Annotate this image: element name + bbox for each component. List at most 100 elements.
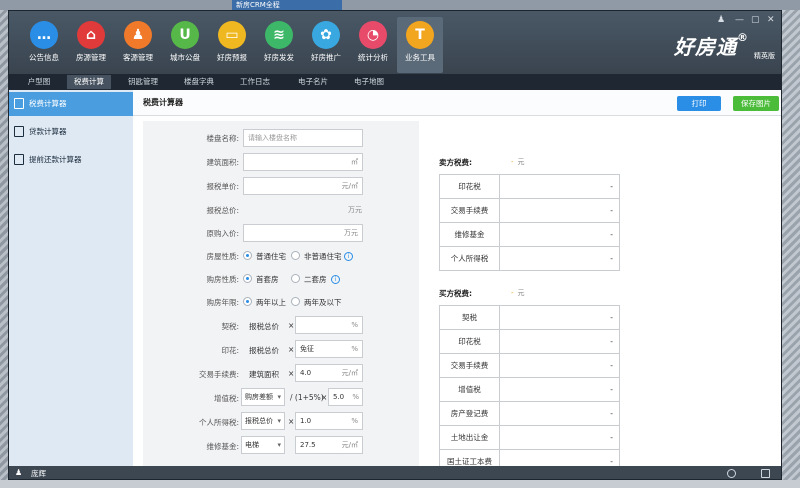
table-row: 契税 - xyxy=(439,305,620,330)
status-bar: ♟ 庞辉 xyxy=(9,466,781,479)
vat-base-select[interactable]: 购房差额 xyxy=(241,388,285,406)
nav-item-8[interactable]: T 业务工具 xyxy=(397,17,443,73)
income-tax-label: 个人所得税: xyxy=(198,418,239,427)
left-menu-label: 提前还款计算器 xyxy=(29,155,82,164)
buyer-fees-total: -元 xyxy=(511,289,525,297)
pie-chart-icon: ◔ xyxy=(359,21,387,49)
table-row: 土地出让金 - xyxy=(439,425,620,450)
subtab-1[interactable]: 税费计算 xyxy=(67,75,111,89)
maintenance-fund-unit: 元/㎡ xyxy=(341,441,358,449)
chat-bubble-icon: … xyxy=(30,21,58,49)
fee-name: 维修基金 xyxy=(439,222,500,247)
save-image-button[interactable]: 保存图片 xyxy=(733,96,779,111)
fee-name: 交易手续费 xyxy=(439,198,500,223)
radio-non-ordinary-housing[interactable] xyxy=(291,251,300,260)
stamp-tax-base: 报税总价 xyxy=(249,346,279,355)
table-row: 增值税 - xyxy=(439,377,620,402)
nav-label: 业务工具 xyxy=(405,53,435,62)
trade-fee-base: 建筑面积 xyxy=(249,370,279,379)
unit-price-label: 报税单价: xyxy=(206,182,239,191)
fee-name: 契税 xyxy=(439,305,500,330)
sync-icon[interactable] xyxy=(761,469,770,478)
table-row: 房产登记费 - xyxy=(439,401,620,426)
person-icon[interactable]: ♟ xyxy=(717,15,725,25)
monitor-icon: ▭ xyxy=(218,21,246,49)
print-button[interactable]: 打印 xyxy=(677,96,721,111)
times-sign: × xyxy=(288,345,295,354)
project-name-input[interactable]: 请输入楼盘名称 xyxy=(243,129,363,147)
maintenance-fund-input[interactable]: 27.5 元/㎡ xyxy=(295,436,363,454)
radio-over-two-years[interactable] xyxy=(243,297,252,306)
trade-fee-label: 交易手续费: xyxy=(198,370,239,379)
unit-price-input[interactable]: 元/㎡ xyxy=(243,177,363,195)
info-icon[interactable]: i xyxy=(331,275,340,284)
income-tax-base-select[interactable]: 报税总价 xyxy=(241,412,285,430)
vat-formula: / (1+5%) xyxy=(290,393,324,402)
trade-fee-value: 4.0 xyxy=(300,369,312,377)
buyer-fees-table: 契税 - 印花税 - 交易手续费 - 增值税 - 房产登记费 - 土地出让金 - 国土证工本费 - xyxy=(439,305,620,474)
area-input[interactable]: ㎡ xyxy=(243,153,363,171)
desktop-background-right xyxy=(782,10,800,480)
original-price-input[interactable]: 万元 xyxy=(243,224,363,242)
nav-item-0[interactable]: … 公告信息 xyxy=(21,17,67,73)
fee-value: - xyxy=(499,401,620,426)
person-icon: ♟ xyxy=(124,21,152,49)
nav-item-3[interactable]: U 城市公盘 xyxy=(162,17,208,73)
info-icon[interactable] xyxy=(727,469,736,478)
panel-header: 税费计算器 打印 保存图片 xyxy=(133,90,781,116)
total-price-label: 报税总价: xyxy=(206,206,239,215)
maintenance-fund-value: 27.5 xyxy=(300,441,316,449)
trade-fee-rate-input[interactable]: 4.0 元/㎡ xyxy=(295,364,363,382)
desktop-tab[interactable]: 新房CRM全程 xyxy=(232,0,342,10)
total-price-unit: 万元 xyxy=(348,206,362,214)
subtab-0[interactable]: 户型图 xyxy=(19,75,59,89)
radio-ordinary-housing[interactable] xyxy=(243,251,252,260)
maximize-icon[interactable]: ▢ xyxy=(751,15,760,25)
desktop-taskbar: 新房CRM全程 xyxy=(0,0,800,10)
nav-item-2[interactable]: ♟ 客源管理 xyxy=(115,17,161,73)
nav-item-5[interactable]: ≋ 好房发发 xyxy=(256,17,302,73)
fee-name: 印花税 xyxy=(439,174,500,199)
radio-first-home[interactable] xyxy=(243,274,252,283)
nav-item-4[interactable]: ▭ 好房预报 xyxy=(209,17,255,73)
subtab-4[interactable]: 工作日志 xyxy=(233,75,277,89)
vat-rate-input[interactable]: 5.0% xyxy=(328,388,363,406)
stamp-tax-rate-input[interactable]: 免征% xyxy=(295,340,363,358)
nav-item-7[interactable]: ◔ 统计分析 xyxy=(350,17,396,73)
fee-value: - xyxy=(499,246,620,271)
subtab-5[interactable]: 电子名片 xyxy=(291,75,335,89)
close-icon[interactable]: ✕ xyxy=(767,15,775,25)
fee-name: 土地出让金 xyxy=(439,425,500,450)
subtab-3[interactable]: 楼盘字典 xyxy=(177,75,221,89)
left-menu-item-0[interactable]: 税费计算器 xyxy=(9,92,133,116)
main-panel: 税费计算器 打印 保存图片 楼盘名称: 请输入楼盘名称 建筑面积: ㎡ 报税单价… xyxy=(133,90,781,474)
nav-item-6[interactable]: ✿ 好房推广 xyxy=(303,17,349,73)
holding-years-label: 购房年限: xyxy=(206,298,239,307)
fee-value: - xyxy=(499,174,620,199)
subtab-2[interactable]: 钥匙管理 xyxy=(121,75,165,89)
non-ordinary-housing-label: 非普通住宅 xyxy=(304,252,342,261)
prepay-icon xyxy=(14,154,24,165)
buyer-type-label: 购房性质: xyxy=(206,275,239,284)
desktop-background-bottom xyxy=(0,480,800,488)
nav-item-1[interactable]: ⌂ 房源管理 xyxy=(68,17,114,73)
current-user: 庞辉 xyxy=(31,469,46,478)
times-sign: × xyxy=(321,393,328,402)
maintenance-fund-type-select[interactable]: 电梯 xyxy=(241,436,285,454)
income-tax-rate-input[interactable]: 1.0% xyxy=(295,412,363,430)
subtab-6[interactable]: 电子地图 xyxy=(347,75,391,89)
deed-tax-rate-input[interactable]: % xyxy=(295,316,363,334)
fee-value: - xyxy=(499,305,620,330)
desktop-background-left xyxy=(0,10,8,480)
times-sign: × xyxy=(288,321,295,330)
left-menu-item-2[interactable]: 提前还款计算器 xyxy=(9,148,133,172)
minimize-icon[interactable]: — xyxy=(735,15,744,25)
seller-fees-title: 卖方税费: xyxy=(439,158,472,167)
deed-tax-base: 报税总价 xyxy=(249,322,279,331)
radio-two-years-or-less[interactable] xyxy=(291,297,300,306)
left-menu-item-1[interactable]: 贷款计算器 xyxy=(9,120,133,144)
nav-label: 好房推广 xyxy=(311,53,341,62)
info-icon[interactable]: i xyxy=(344,252,353,261)
radio-second-home[interactable] xyxy=(291,274,300,283)
table-row: 印花税 - xyxy=(439,329,620,354)
